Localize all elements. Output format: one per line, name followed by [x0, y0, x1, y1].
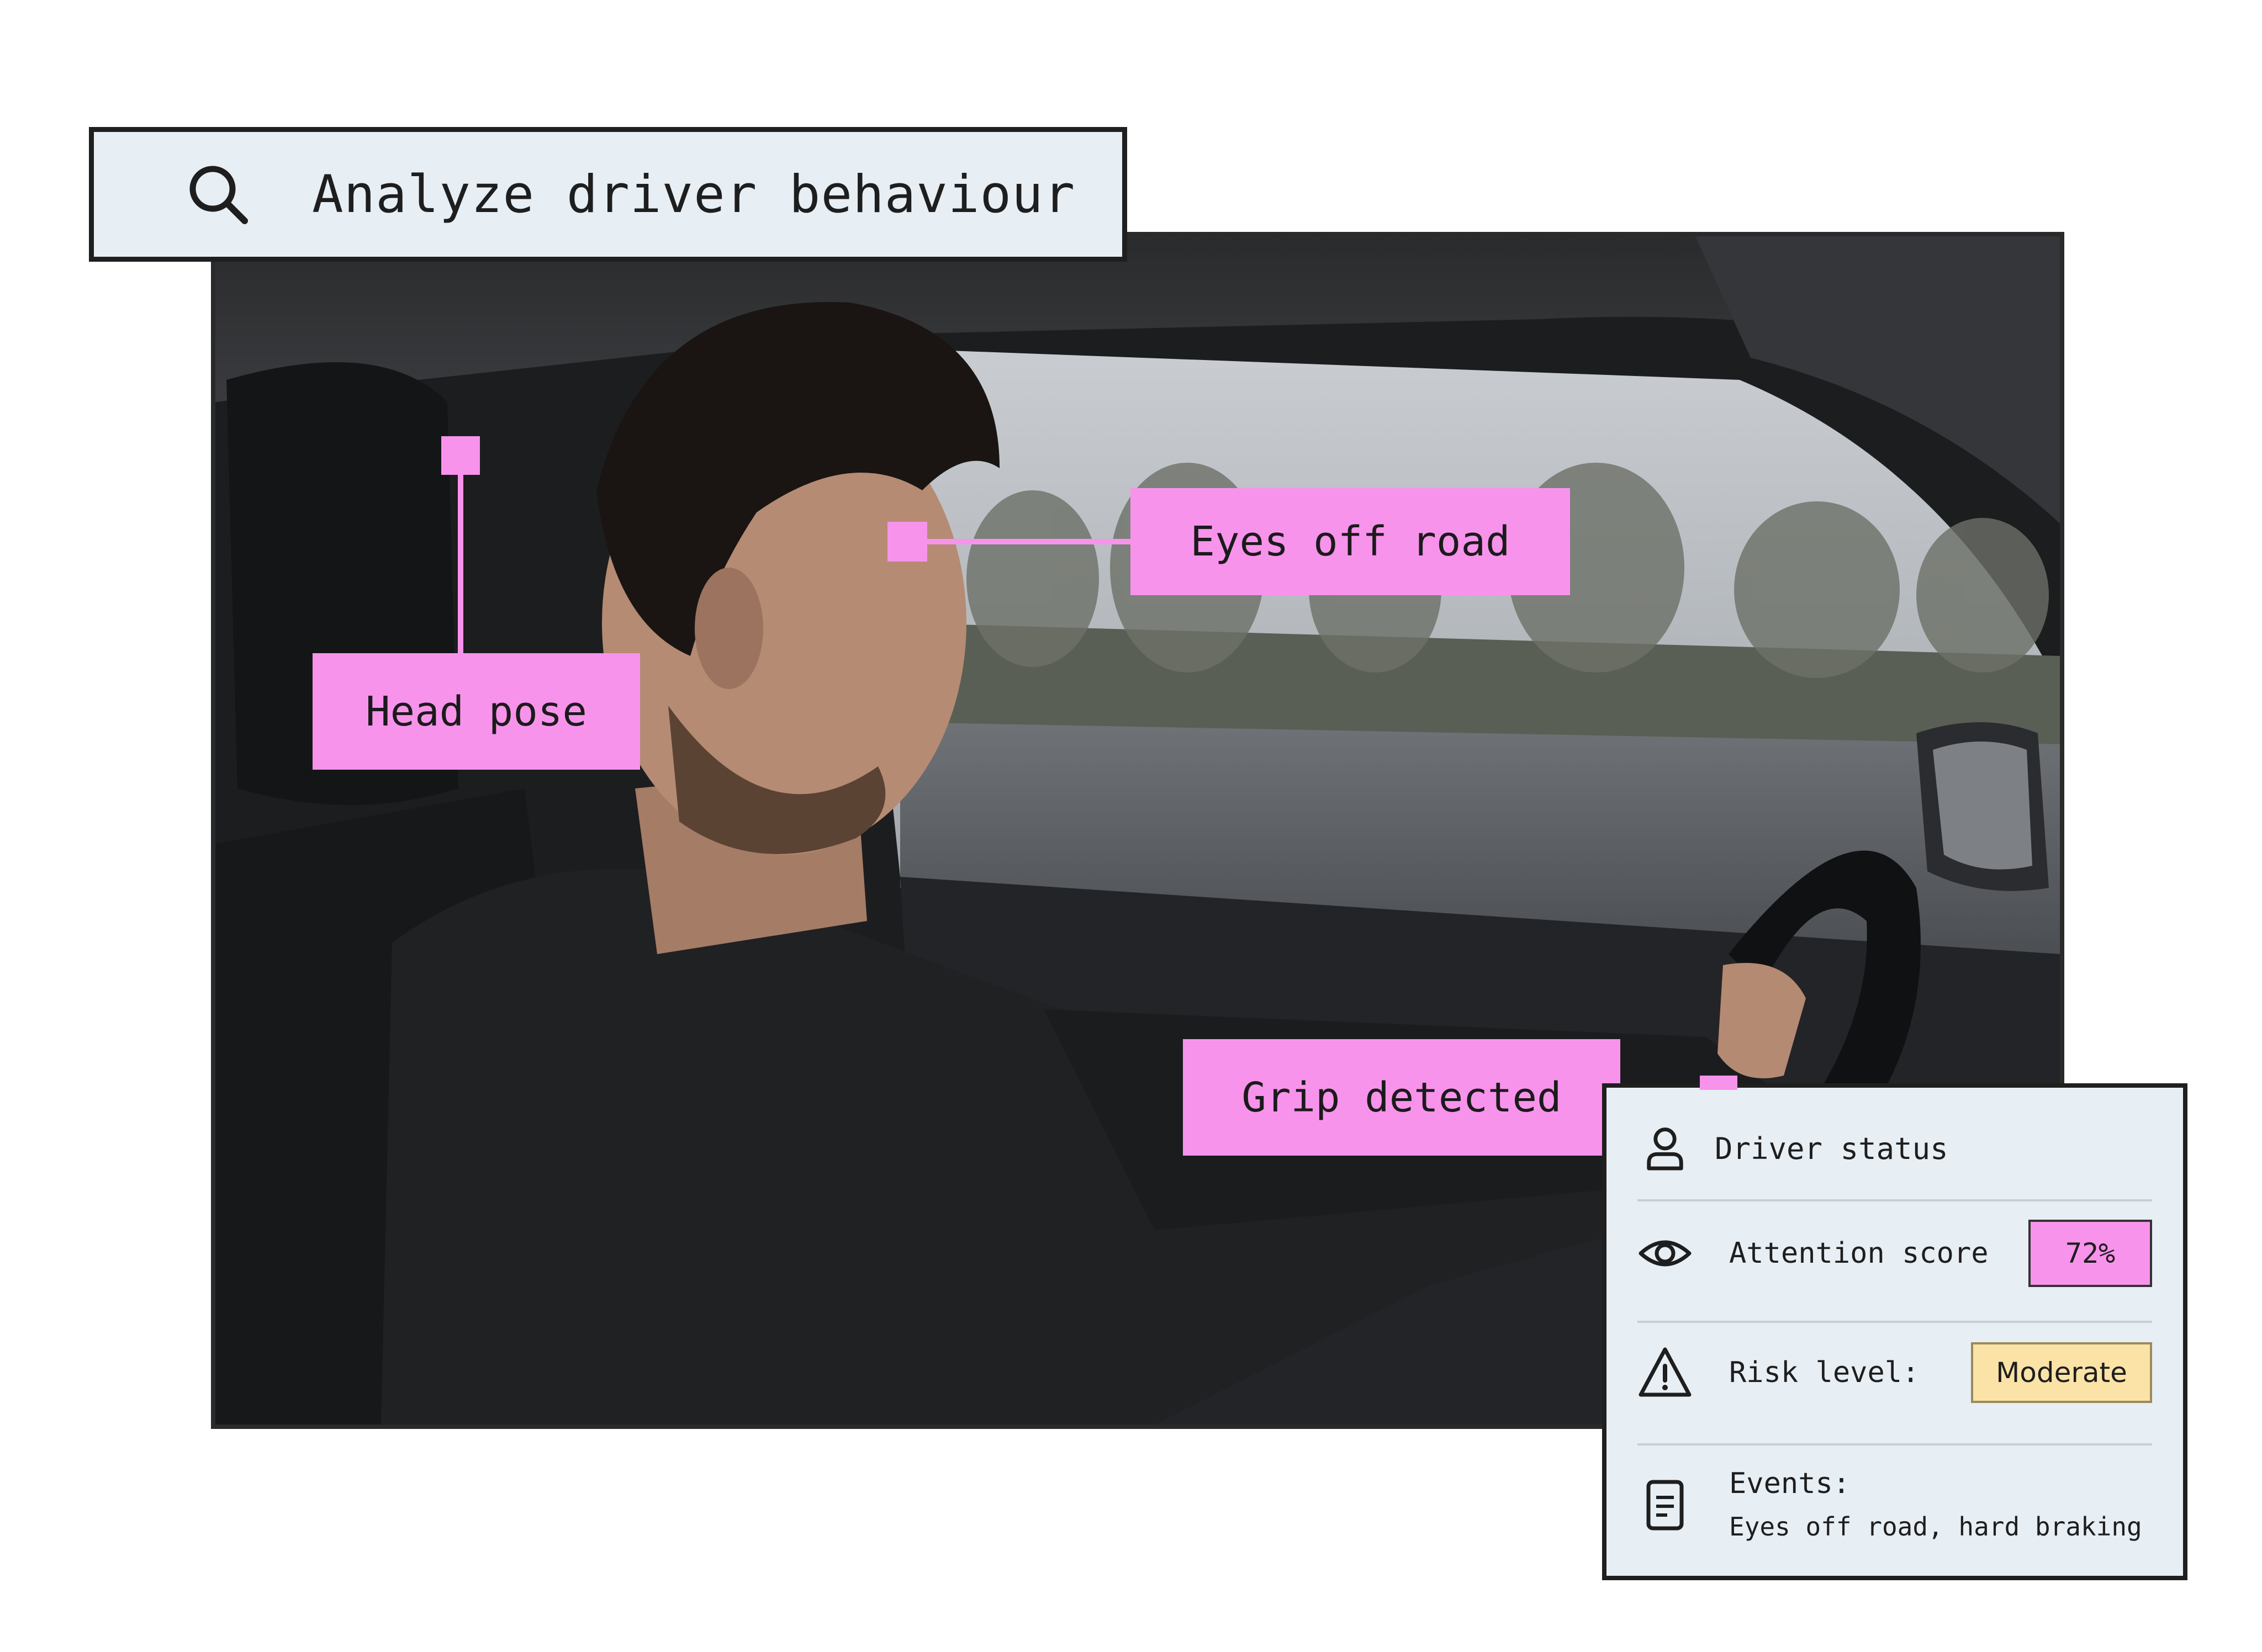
head-pose-marker: [441, 436, 480, 475]
events-row: Events: Eyes off road, hard braking: [1637, 1461, 2152, 1549]
attention-score-badge: 72%: [2028, 1220, 2152, 1287]
warning-icon: [1637, 1345, 1693, 1400]
grip-detected-label: Grip detected: [1183, 1039, 1620, 1156]
status-title: Driver status: [1715, 1131, 1948, 1166]
risk-row: Risk level: Moderate: [1637, 1338, 2152, 1407]
risk-level-badge: Moderate: [1971, 1342, 2152, 1403]
search-query[interactable]: Analyze driver behaviour: [312, 165, 1075, 225]
search-bar[interactable]: Analyze driver behaviour: [89, 127, 1127, 262]
events-block: Events: Eyes off road, hard braking: [1729, 1462, 2142, 1548]
attention-row: Attention score 72%: [1637, 1219, 2152, 1288]
divider: [1637, 1199, 2152, 1201]
user-icon: [1637, 1121, 1693, 1176]
eye-icon: [1637, 1226, 1693, 1281]
status-header: Driver status: [1637, 1121, 2152, 1176]
events-label: Events:: [1729, 1467, 1851, 1500]
document-icon: [1637, 1478, 1693, 1533]
divider: [1637, 1321, 2152, 1323]
risk-label: Risk level:: [1729, 1356, 1920, 1389]
grip-marker: [1700, 1076, 1737, 1090]
driver-status-panel: Driver status Attention score 72% Risk l…: [1602, 1083, 2187, 1580]
head-pose-label: Head pose: [313, 653, 640, 770]
divider: [1637, 1443, 2152, 1446]
eyes-leader-line: [927, 539, 1133, 544]
search-icon: [185, 161, 251, 227]
events-value: Eyes off road, hard braking: [1729, 1512, 2142, 1542]
attention-label: Attention score: [1729, 1237, 1989, 1270]
eyes-marker: [887, 522, 927, 562]
eyes-off-road-label: Eyes off road: [1130, 488, 1570, 595]
head-pose-leader-line: [458, 474, 463, 653]
